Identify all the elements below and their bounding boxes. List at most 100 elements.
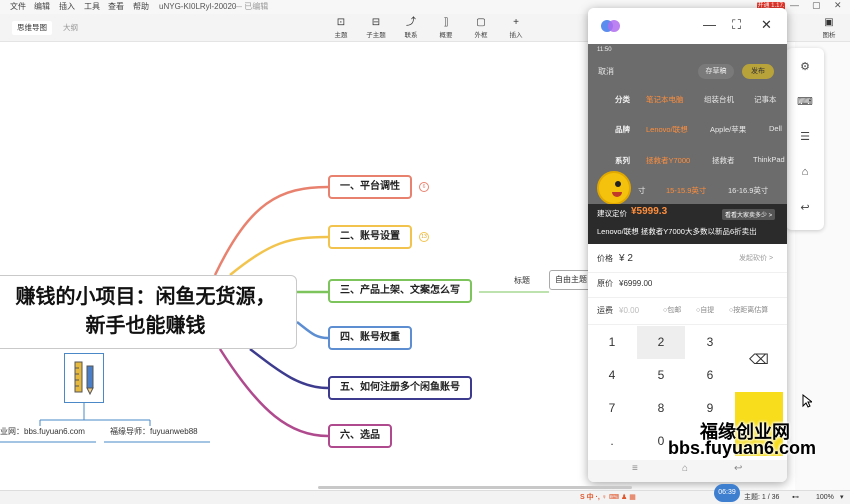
orig-price-label: 原价	[597, 279, 613, 288]
category-option-2[interactable]: 组装台机	[704, 94, 734, 105]
topic-counter: 主题: 1 / 36	[744, 494, 780, 501]
shipping-value[interactable]: ¥0.00	[619, 296, 639, 325]
save-status: — 已编辑	[234, 2, 269, 11]
cancel-button[interactable]: 取消	[598, 66, 614, 77]
nav-back-icon[interactable]: ↩	[734, 463, 742, 474]
series-option-3[interactable]: ThinkPad	[753, 155, 785, 164]
phone-fullscreen-icon[interactable]: ⛶	[732, 17, 741, 33]
root-topic[interactable]: 赚钱的小项目：闲鱼无货源， 新手也能赚钱	[0, 275, 297, 349]
zoom-dropdown-icon[interactable]: ▾	[840, 491, 844, 504]
topic-icon: ⊡	[336, 17, 346, 28]
series-option-2[interactable]: 拯救者	[712, 155, 735, 166]
tab-outline[interactable]: 大纲	[58, 21, 83, 35]
nav-home-icon[interactable]: ⌂	[682, 463, 688, 474]
mouse-cursor-icon	[802, 394, 812, 408]
branch-2[interactable]: 二、账号设置	[328, 225, 412, 249]
branch-3[interactable]: 三、产品上架、文案怎么写	[328, 279, 472, 303]
note-mentor[interactable]: 福缘导师：fuyuanweb88	[110, 426, 198, 437]
series-label: 系列	[615, 156, 630, 165]
brand-option-3[interactable]: Dell	[769, 124, 782, 133]
backspace-key[interactable]: ⌫	[735, 326, 783, 392]
format-panel-button[interactable]: ▣ 图析	[814, 16, 844, 39]
series-option-1[interactable]: 拯救者Y7000	[646, 155, 690, 166]
relation-icon: ⤴	[406, 17, 416, 28]
watermark-url: bbs.fuyuan6.com	[668, 438, 817, 458]
key-3[interactable]: 3	[686, 326, 734, 359]
ship-free-option[interactable]: ○ 包邮	[663, 296, 681, 325]
app-logo-icon	[601, 20, 620, 32]
connector-label[interactable]: 标题	[514, 275, 530, 286]
original-price-row[interactable]: 原价 ¥6999.00	[588, 269, 787, 298]
back-icon[interactable]: ↩	[786, 201, 824, 214]
branch-2-badge[interactable]: 13	[419, 232, 429, 242]
key-8[interactable]: 8	[637, 392, 685, 425]
size-option-1[interactable]: 15-15.9英寸	[666, 185, 706, 196]
category-option-3[interactable]: 记事本	[754, 94, 777, 105]
ship-pickup-option[interactable]: ○ 自提	[696, 296, 714, 325]
maximize-icon[interactable]: ▢	[812, 0, 821, 11]
subtopic-icon: ⊟	[371, 17, 381, 28]
key-1[interactable]: 1	[588, 326, 636, 359]
publish-button[interactable]: 发布	[742, 64, 774, 79]
key-4[interactable]: 4	[588, 359, 636, 392]
panel-icon: ▣	[824, 17, 834, 28]
menu-insert[interactable]: 插入	[59, 0, 75, 14]
category-option-1[interactable]: 笔记本电脑	[646, 94, 684, 105]
root-title-line1: 赚钱的小项目：闲鱼无货源，	[15, 286, 276, 308]
root-title-line2: 新手也能赚钱	[85, 315, 206, 337]
subtopic-button[interactable]: ⊟ 子主题	[361, 16, 391, 39]
keyboard-icon[interactable]: ⌨	[786, 95, 824, 108]
phone-minimize-icon[interactable]: —	[703, 17, 716, 32]
key-7[interactable]: 7	[588, 392, 636, 425]
phone-window-titlebar: — ⛶ ✕	[588, 8, 787, 44]
menu-edit[interactable]: 编辑	[34, 0, 50, 14]
sub-topic[interactable]: 自由主题	[549, 270, 593, 290]
note-website[interactable]: 业网：bbs.fuyuan6.com	[0, 426, 85, 437]
zoom-level[interactable]: 100%	[816, 491, 834, 504]
zoom-slider-icon[interactable]: ⊷	[792, 491, 799, 504]
menu-tools[interactable]: 工具	[84, 0, 100, 14]
topic-button[interactable]: ⊡ 主题	[326, 16, 356, 39]
see-others-link[interactable]: 看看大家卖多少 >	[722, 209, 776, 220]
phone-mirror-window[interactable]: — ⛶ ✕ 11:50 取消 存草稿 发布 分类 笔记本电脑 组装台机 记事本 …	[588, 8, 787, 482]
orig-price-value[interactable]: ¥6999.00	[619, 269, 652, 298]
shipping-row[interactable]: 运费 ¥0.00 ○ 包邮 ○ 自提 ○ 按距离估算	[588, 296, 787, 325]
branch-6[interactable]: 六、选品	[328, 424, 392, 448]
branch-4[interactable]: 四、账号权重	[328, 326, 412, 350]
key-dot[interactable]: .	[588, 425, 636, 458]
menu-view[interactable]: 查看	[108, 0, 124, 14]
size-option-2[interactable]: 16-16.9英寸	[728, 185, 768, 196]
branch-5[interactable]: 五、如何注册多个闲鱼账号	[328, 376, 472, 400]
relation-button[interactable]: ⤴ 联系	[396, 16, 426, 39]
nav-menu-icon[interactable]: ≡	[632, 463, 638, 474]
plus-icon: +	[513, 17, 519, 28]
settings-icon[interactable]: ⚙	[786, 60, 824, 73]
key-5[interactable]: 5	[637, 359, 685, 392]
close-icon[interactable]: ✕	[834, 0, 842, 11]
boundary-button[interactable]: ▢ 外框	[466, 16, 496, 39]
menu-file[interactable]: 文件	[10, 0, 26, 14]
home-icon[interactable]: ⌂	[786, 166, 824, 178]
phone-side-toolbar: ⚙ ⌨ ☰ ⌂ ↩	[786, 48, 824, 230]
save-draft-button[interactable]: 存草稿	[698, 64, 734, 79]
suggest-price: ¥5999.3	[631, 206, 668, 217]
phone-status-time: 11:50	[597, 47, 612, 53]
minimize-icon[interactable]: —	[790, 0, 799, 10]
horizontal-scrollbar[interactable]	[318, 486, 632, 489]
list-icon[interactable]: ☰	[786, 130, 824, 143]
menu-help[interactable]: 帮助	[133, 0, 149, 14]
insert-button[interactable]: + 插入	[501, 16, 531, 39]
brand-option-1[interactable]: Lenovo/联想	[646, 124, 688, 135]
branch-1-badge[interactable]: 6	[419, 182, 429, 192]
summary-button[interactable]: ⟧ 概要	[431, 16, 461, 39]
tools-image[interactable]	[64, 353, 104, 403]
branch-1[interactable]: 一、平台调性	[328, 175, 412, 199]
key-6[interactable]: 6	[686, 359, 734, 392]
key-2[interactable]: 2	[637, 326, 685, 359]
ship-distance-option[interactable]: ○ 按距离估算	[729, 296, 768, 325]
ime-icon[interactable]: S 中 ·, ♀ ⌨ ♟ ▦	[580, 491, 636, 504]
brand-option-2[interactable]: Apple/苹果	[710, 124, 746, 135]
phone-close-icon[interactable]: ✕	[761, 17, 772, 33]
connector-4	[296, 321, 329, 340]
tab-mindmap[interactable]: 思维导图	[12, 21, 52, 35]
